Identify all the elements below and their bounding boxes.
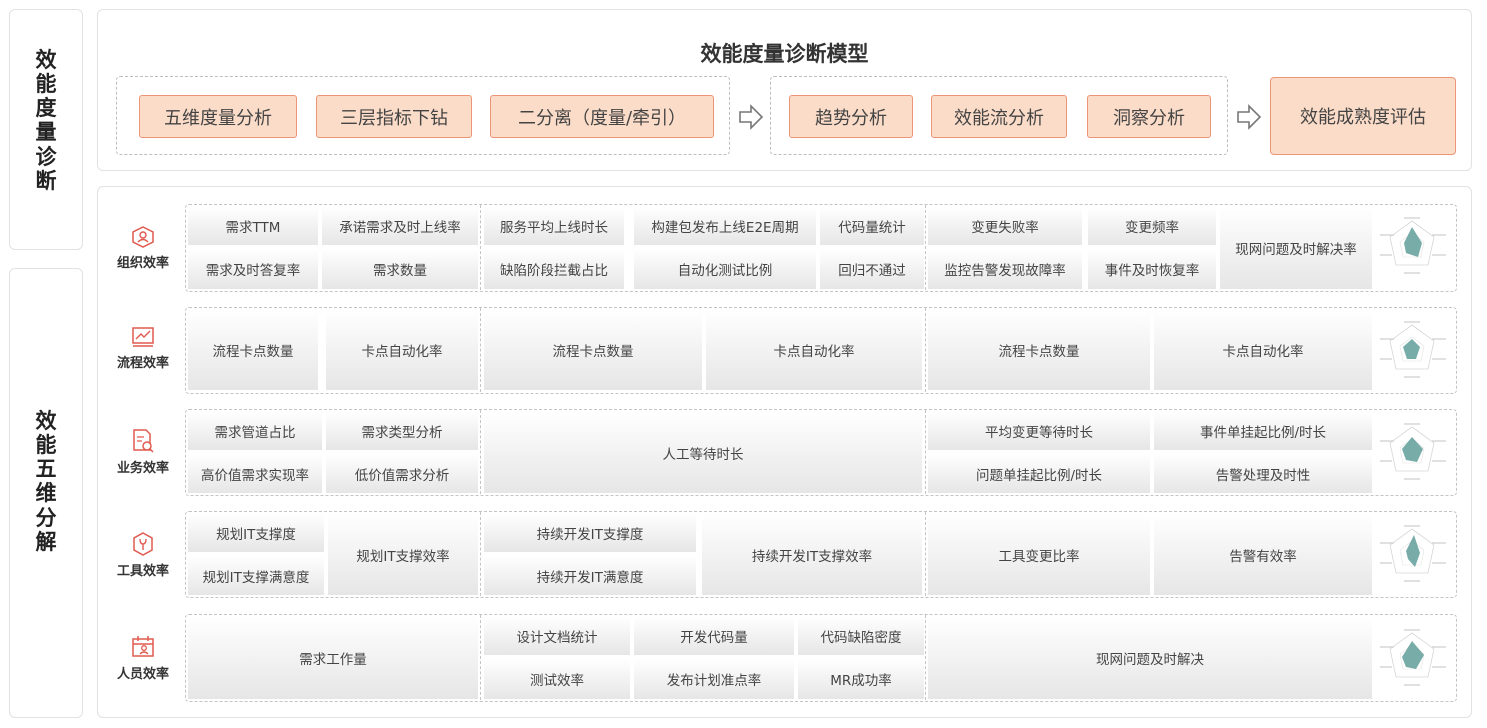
cell-metric: 自动化测试比例 [634,249,816,289]
vertical-title-decomposition: 效 能 五 维 分 解 [35,409,57,554]
cell-metric: 持续开发IT支撑效率 [702,514,922,595]
cell-metric: MR成功率 [798,659,924,699]
tag-trend: 趋势分析 [789,95,913,138]
radar-chart-icon [1380,321,1446,378]
cell-metric: 流程卡点数量 [928,310,1150,390]
cell-metric: 发布计划准点率 [634,659,794,699]
cell-metric: 需求工作量 [188,617,478,699]
cell-metric: 告警处理及时性 [1154,454,1372,493]
cell-metric: 需求数量 [322,249,478,289]
cell-metric: 回归不通过 [820,249,924,289]
row-tools: 规划IT支撑度 规划IT支撑满意度 规划IT支撑效率 持续开发IT支撑度 持续开… [185,511,1457,598]
row-organization: 需求TTM 承诺需求及时上线率 服务平均上线时长 构建包发布上线E2E周期 代码… [185,204,1457,292]
row-divider [925,205,926,290]
tag-maturity-assessment: 效能成熟度评估 [1270,77,1456,155]
left-panel-diagnosis: 效 能 度 量 诊 断 [9,9,83,250]
row-divider [925,615,926,700]
cell-metric: 缺陷阶段拦截占比 [484,249,624,289]
cell-metric: 服务平均上线时长 [484,207,624,245]
cell-metric: 监控告警发现故障率 [928,249,1082,289]
cell-metric: 构建包发布上线E2E周期 [634,207,816,245]
row-personnel: 需求工作量 设计文档统计 开发代码量 代码缺陷密度 测试效率 发布计划准点率 M… [185,614,1457,702]
cell-metric: 规划IT支撑满意度 [188,556,324,595]
radar-chart-icon [1380,423,1446,480]
cell-metric: 流程卡点数量 [188,310,318,390]
tag-five-dimension: 五维度量分析 [139,95,297,138]
cell-metric: 流程卡点数量 [484,310,702,390]
cell-metric: 工具变更比率 [928,514,1150,595]
vertical-title-diagnosis: 效 能 度 量 诊 断 [35,48,57,193]
row-label-organization: 组织效率 [105,225,181,271]
radar-chart-icon [1380,629,1446,686]
radar-chart-icon [1380,217,1446,274]
process-chart-icon [132,327,154,347]
row-label-process: 流程效率 [105,325,181,371]
tag-flow: 效能流分析 [931,95,1067,138]
cell-metric: 持续开发IT满意度 [484,556,696,595]
row-divider [480,410,481,494]
cell-metric: 变更频率 [1088,207,1216,245]
cell-metric: 卡点自动化率 [706,310,922,390]
row-divider [925,512,926,596]
radar-chart-icon [1380,525,1446,582]
cell-metric: 持续开发IT支撑度 [484,514,696,552]
left-panel-decomposition: 效 能 五 维 分 解 [9,268,83,718]
row-label-personnel: 人员效率 [105,634,181,682]
cell-metric: 需求及时答复率 [188,249,318,289]
cell-metric: 平均变更等待时长 [928,412,1150,450]
cell-metric: 需求管道占比 [188,412,322,450]
tag-insight: 洞察分析 [1087,95,1211,138]
diagram-title: 效能度量诊断模型 [700,42,869,66]
cell-metric: 代码量统计 [820,207,924,245]
cell-metric: 承诺需求及时上线率 [322,207,478,245]
row-business: 需求管道占比 需求类型分析 高价值需求实现率 低价值需求分析 人工等待时长 平均… [185,409,1457,496]
cell-metric: 问题单挂起比例/时长 [928,454,1150,493]
organization-icon [132,226,154,248]
arrow-right-icon [1237,104,1262,130]
row-divider [480,512,481,596]
cell-metric: 设计文档统计 [484,617,630,655]
cell-metric: 告警有效率 [1154,514,1372,595]
cell-metric: 需求类型分析 [326,412,478,450]
row-label-business: 业务效率 [105,428,181,476]
row-divider [925,308,926,392]
cell-metric: 卡点自动化率 [326,310,478,390]
cell-metric: 高价值需求实现率 [188,454,322,493]
row-process: 流程卡点数量 卡点自动化率 流程卡点数量 卡点自动化率 流程卡点数量 卡点自动化… [185,307,1457,394]
row-divider [480,308,481,392]
tool-wrench-icon [133,532,153,556]
row-divider [480,615,481,700]
tag-three-layer: 三层指标下钻 [316,95,472,138]
cell-metric: 低价值需求分析 [326,454,478,493]
cell-metric: 开发代码量 [634,617,794,655]
business-analysis-icon [133,429,154,453]
cell-metric: 卡点自动化率 [1154,310,1372,390]
cell-metric: 需求TTM [188,207,318,245]
cell-metric: 规划IT支撑度 [188,514,324,552]
cell-metric: 事件及时恢复率 [1088,249,1216,289]
header-panel: 效能度量诊断模型 五维度量分析 三层指标下钻 二分离（度量/牵引） 趋势分析 效… [97,9,1472,171]
row-divider [925,410,926,494]
cell-metric: 代码缺陷密度 [798,617,924,655]
row-label-tools: 工具效率 [105,531,181,579]
tag-two-separation: 二分离（度量/牵引） [490,95,714,138]
personnel-calendar-icon [132,636,154,657]
cell-metric: 人工等待时长 [484,412,922,493]
cell-metric: 现网问题及时解决率 [1220,207,1372,289]
cell-metric: 测试效率 [484,659,630,699]
row-divider [480,205,481,290]
cell-metric: 规划IT支撑效率 [328,514,478,595]
cell-metric: 现网问题及时解决 [928,617,1372,699]
arrow-right-icon [739,104,764,130]
cell-metric: 变更失败率 [928,207,1082,245]
cell-metric: 事件单挂起比例/时长 [1154,412,1372,450]
